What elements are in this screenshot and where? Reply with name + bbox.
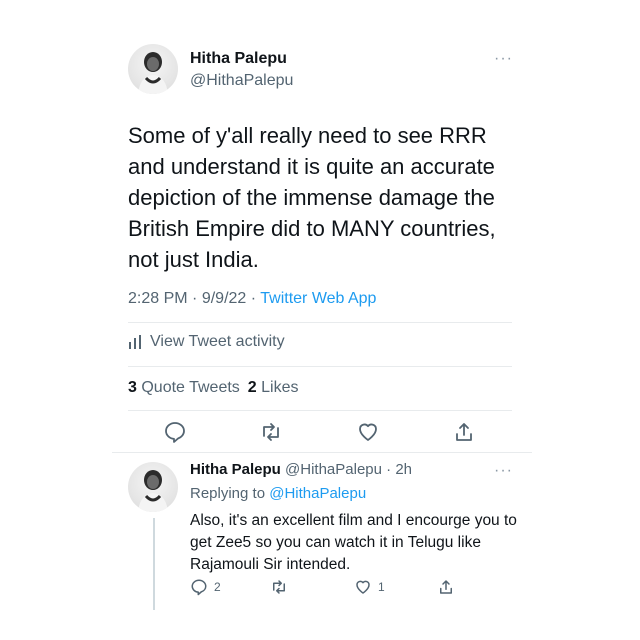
engagement-stats: 3 Quote Tweets 2 Likes [128, 379, 299, 397]
avatar-photo [138, 52, 168, 94]
divider [128, 322, 512, 323]
divider [112, 452, 532, 453]
reply-count: 2 [214, 580, 221, 594]
tweet-source[interactable]: Twitter Web App [260, 290, 376, 307]
meta-separator: · [386, 461, 392, 478]
likes-count: 2 [247, 379, 257, 396]
reply-icon[interactable] [163, 420, 187, 444]
share-icon[interactable] [452, 420, 476, 444]
like-count: 1 [378, 580, 385, 594]
like-icon[interactable] [356, 420, 380, 444]
reply-like-button[interactable]: 1 [354, 578, 385, 596]
more-options-icon[interactable]: ··· [494, 50, 513, 68]
likes-stat[interactable]: 2 Likes [248, 379, 299, 397]
replying-to-mention[interactable]: @HithaPalepu [269, 485, 366, 502]
reply-age[interactable]: 2h [395, 461, 412, 478]
replying-to-label: Replying to [190, 485, 266, 502]
divider [128, 410, 512, 411]
analytics-icon [129, 335, 141, 349]
reply-author-name[interactable]: Hitha Palepu [190, 461, 281, 478]
avatar[interactable] [128, 44, 178, 94]
author-handle[interactable]: @HithaPalepu [190, 72, 293, 90]
reply-more-options-icon[interactable]: ··· [494, 462, 513, 480]
reply-reply-button[interactable]: 2 [190, 578, 221, 596]
tweet-meta: 2:28 PM · 9/9/22 · Twitter Web App [128, 290, 376, 308]
share-icon [440, 580, 452, 594]
author-name[interactable]: Hitha Palepu [190, 50, 287, 68]
avatar-photo [138, 470, 168, 512]
divider [128, 366, 512, 367]
meta-separator: · [192, 290, 198, 307]
thread-line [153, 518, 155, 610]
view-activity-label: View Tweet activity [150, 333, 285, 350]
view-activity-link[interactable]: View Tweet activity [128, 333, 285, 351]
retweet-icon[interactable] [259, 420, 283, 444]
retweet-icon [273, 580, 285, 594]
quote-tweets-stat[interactable]: 3 Quote Tweets [128, 379, 240, 397]
meta-separator: · [250, 290, 257, 307]
tweet-time[interactable]: 2:28 PM [128, 290, 188, 307]
tweet-date[interactable]: 9/9/22 [202, 290, 246, 307]
reply-retweet-button[interactable] [270, 578, 288, 596]
quote-count: 3 [128, 379, 137, 396]
reply-header: Hitha Palepu @HithaPalepu · 2h [190, 461, 412, 478]
tweet-text: Some of y'all really need to see RRR and… [128, 123, 496, 272]
quote-label: Quote Tweets [141, 379, 240, 396]
reply-share-button[interactable] [437, 578, 455, 596]
reply-text: Also, it's an excellent film and I encou… [190, 512, 517, 573]
like-icon [356, 580, 370, 594]
reply-avatar[interactable] [128, 462, 178, 512]
reply-author-handle[interactable]: @HithaPalepu [285, 461, 382, 478]
replying-to: Replying to @HithaPalepu [190, 485, 366, 502]
reply-icon [191, 579, 207, 596]
likes-label: Likes [261, 379, 299, 396]
